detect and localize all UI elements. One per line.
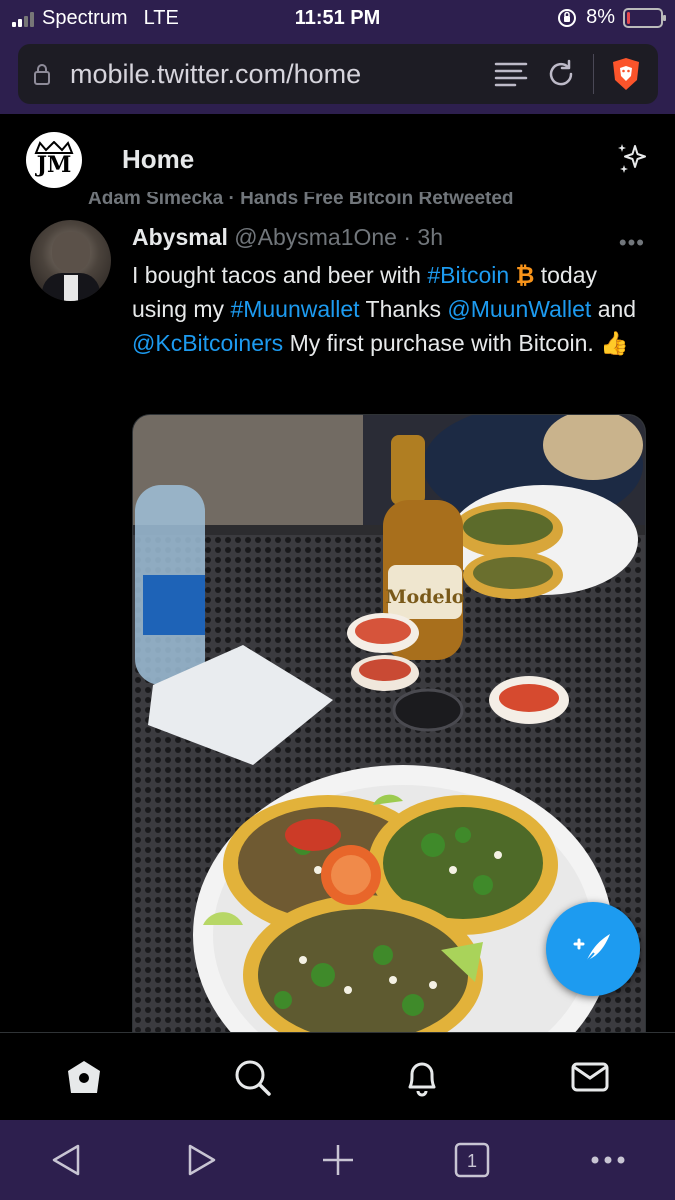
tab-notifications[interactable] — [402, 1057, 442, 1097]
reload-icon[interactable] — [545, 58, 577, 90]
menu-button[interactable] — [590, 1142, 626, 1178]
search-icon — [235, 1060, 271, 1096]
back-icon — [52, 1144, 80, 1176]
status-bar: Spectrum LTE 11:51 PM 8% — [0, 0, 675, 36]
menu-icon — [591, 1156, 625, 1164]
beer-label: Modelo — [386, 586, 465, 608]
bottom-navigation — [0, 1032, 675, 1120]
tweet-text-segment: My first purchase with Bitcoin. — [283, 330, 601, 356]
orientation-lock-icon — [558, 8, 577, 27]
hashtag-muunwallet[interactable]: #Muunwallet — [230, 296, 359, 322]
tabs-button[interactable]: 1 — [454, 1142, 490, 1178]
new-tab-icon — [323, 1145, 353, 1175]
author-handle[interactable]: @Abysma1One — [234, 224, 397, 250]
tabs-icon: 1 — [454, 1142, 490, 1178]
browser-bottom-toolbar: 1 — [0, 1120, 675, 1200]
page-title: Home — [122, 144, 195, 174]
compose-tweet-button[interactable] — [546, 902, 640, 996]
tab-home[interactable] — [64, 1057, 104, 1097]
reader-mode-icon[interactable] — [493, 59, 529, 89]
new-tab-button[interactable] — [320, 1142, 356, 1178]
hashtag-bitcoin[interactable]: #Bitcoin — [427, 262, 509, 288]
messages-icon — [571, 1062, 609, 1092]
tab-messages[interactable] — [570, 1057, 610, 1097]
address-bar[interactable]: mobile.twitter.com/home — [18, 44, 658, 104]
home-icon — [68, 1061, 100, 1093]
author-name[interactable]: Abysmal — [132, 224, 228, 250]
browser-toolbar: mobile.twitter.com/home — [0, 36, 675, 114]
tab-search[interactable] — [232, 1057, 272, 1097]
tweet-header: Abysmal @Abysma1One · 3h — [132, 224, 443, 251]
mention-muunwallet[interactable]: @MuunWallet — [447, 296, 591, 322]
mention-kcbitcoiners[interactable]: @KcBitcoiners — [132, 330, 283, 356]
forward-icon — [188, 1144, 216, 1176]
tab-count: 1 — [467, 1151, 477, 1171]
avatar-initials: JM — [36, 152, 72, 178]
tweet-author-avatar[interactable] — [30, 220, 111, 301]
bitcoin-emoji: ₿ — [515, 262, 535, 288]
retweet-context: Adam Simecka · Hands Free Bitcoin Retwee… — [88, 192, 514, 206]
compose-quill-icon — [573, 934, 610, 963]
profile-avatar[interactable]: JM — [26, 132, 82, 188]
tweet-text-segment: and — [591, 296, 637, 322]
tweet-text-segment: Thanks — [359, 296, 448, 322]
crown-icon — [34, 141, 74, 154]
tweet-text-segment: I bought tacos and beer with — [132, 262, 428, 288]
thumbs-up-emoji: 👍 — [600, 330, 629, 356]
toolbar-divider — [593, 54, 594, 94]
lock-icon — [34, 64, 50, 85]
more-options-icon[interactable]: ••• — [619, 230, 645, 256]
back-button[interactable] — [48, 1142, 84, 1178]
battery-level-fill — [627, 11, 630, 24]
battery-percent: 8% — [586, 6, 615, 28]
tweet-text: I bought tacos and beer with #Bitcoin ₿ … — [132, 258, 642, 360]
sparkle-icon[interactable] — [615, 142, 649, 176]
notifications-icon — [408, 1062, 436, 1097]
url-text[interactable]: mobile.twitter.com/home — [70, 59, 493, 90]
battery-icon — [623, 7, 666, 28]
forward-button[interactable] — [184, 1142, 220, 1178]
tweet-time[interactable]: · 3h — [403, 224, 443, 250]
brave-shields-icon[interactable] — [610, 56, 642, 92]
